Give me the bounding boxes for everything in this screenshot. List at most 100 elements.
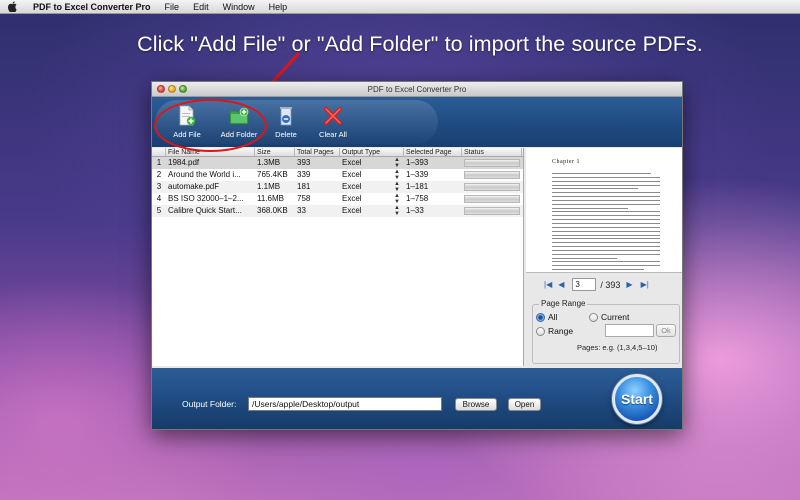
pdf-preview[interactable]: Chapter 1: [526, 148, 682, 273]
row-index: 3: [156, 182, 162, 191]
previous-page-button[interactable]: ◀: [558, 280, 564, 289]
page-number-input[interactable]: 3: [572, 278, 597, 291]
table-row[interactable]: 2 Around the World i... 765.4KB 339 Exce…: [152, 169, 523, 181]
file-name-cell: Calibre Quick Start...: [168, 206, 242, 215]
output-type-select[interactable]: Excel ▲ ▼: [340, 181, 404, 193]
output-type-value: Excel: [342, 182, 362, 191]
radio-all-indicator[interactable]: [536, 312, 545, 322]
radio-all-label: All: [548, 312, 558, 322]
output-type-select[interactable]: Excel ▲ ▼: [340, 205, 404, 217]
table-row[interactable]: 1 1984.pdf 1.3MB 393 Excel ▲ ▼ 1–393: [152, 157, 523, 169]
start-button[interactable]: Start: [612, 374, 662, 424]
column-header-status[interactable]: Status: [462, 148, 522, 156]
zoom-window-button[interactable]: [179, 85, 187, 93]
main-window: PDF to Excel Converter Pro Add File Add …: [151, 81, 683, 430]
table-row[interactable]: 4 BS ISO 32000–1–2... 11.6MB 758 Excel ▲ ▼…: [152, 193, 523, 205]
window-title: PDF to Excel Converter Pro: [367, 85, 467, 94]
range-ok-button[interactable]: Ok: [656, 324, 676, 337]
file-name-cell: BS ISO 32000–1–2...: [168, 194, 244, 203]
select-arrows-icon: ▲ ▼: [394, 169, 400, 181]
menu-edit[interactable]: Edit: [186, 2, 216, 12]
apple-icon[interactable]: [8, 1, 18, 12]
row-index: 4: [156, 194, 162, 203]
selected-page-cell[interactable]: 1–758: [404, 193, 462, 205]
selected-page-cell[interactable]: 1–33: [404, 205, 462, 217]
add-file-button[interactable]: Add File: [162, 105, 212, 139]
column-header-selected-page[interactable]: Selected Page: [404, 148, 462, 156]
select-arrows-icon: ▲ ▼: [394, 181, 400, 193]
open-button[interactable]: Open: [508, 398, 541, 411]
progress-bar: [464, 183, 520, 191]
file-table[interactable]: File Name Size Total Pages Output Type S…: [152, 148, 524, 366]
output-type-value: Excel: [342, 206, 362, 215]
total-pages-cell: 181: [297, 182, 311, 191]
output-type-select[interactable]: Excel ▲ ▼: [340, 157, 404, 169]
last-page-button[interactable]: ▶|: [641, 280, 649, 289]
minimize-window-button[interactable]: [168, 85, 176, 93]
output-type-value: Excel: [342, 170, 362, 179]
total-pages-label: / 393: [600, 279, 621, 290]
progress-bar: [464, 171, 520, 179]
delete-label: Delete: [275, 130, 297, 139]
size-cell: 1.3MB: [257, 158, 281, 167]
selected-page-cell[interactable]: 1–181: [404, 181, 462, 193]
column-header-size[interactable]: Size: [255, 148, 295, 156]
radio-all[interactable]: All: [536, 312, 557, 322]
add-folder-label: Add Folder: [220, 130, 258, 139]
table-row[interactable]: 5 Calibre Quick Start... 368.0KB 33 Exce…: [152, 205, 523, 217]
column-header-file-name[interactable]: File Name: [166, 148, 255, 156]
size-cell: 765.4KB: [257, 170, 288, 179]
preview-chapter-heading: Chapter 1: [552, 159, 580, 165]
menu-window[interactable]: Window: [216, 2, 262, 12]
radio-range[interactable]: Range: [536, 326, 573, 336]
browse-button[interactable]: Browse: [455, 398, 497, 411]
selected-page-cell[interactable]: 1–393: [404, 157, 462, 169]
row-index: 2: [156, 170, 162, 179]
add-folder-button[interactable]: Add Folder: [214, 105, 264, 139]
clear-all-label: Clear All: [319, 130, 347, 139]
selected-page-cell[interactable]: 1–339: [404, 169, 462, 181]
row-index: 1: [156, 158, 162, 167]
total-pages-cell: 33: [297, 206, 306, 215]
status-cell: [462, 157, 522, 169]
output-type-select[interactable]: Excel ▲ ▼: [340, 169, 404, 181]
total-pages-cell: 758: [297, 194, 311, 203]
delete-button[interactable]: Delete: [261, 105, 311, 139]
window-controls: [157, 85, 187, 93]
menu-bar: PDF to Excel Converter Pro File Edit Win…: [0, 0, 800, 14]
output-bar: Output Folder: /Users/apple/Desktop/outp…: [152, 368, 682, 429]
toolbar: Add File Add Folder Delete Clear All: [152, 97, 682, 147]
radio-current[interactable]: Current: [589, 312, 629, 322]
radio-range-label: Range: [548, 326, 574, 336]
output-folder-input[interactable]: /Users/apple/Desktop/output: [248, 397, 442, 411]
progress-bar: [464, 195, 520, 203]
clear-all-button[interactable]: Clear All: [308, 105, 358, 139]
title-bar: PDF to Excel Converter Pro: [152, 82, 682, 97]
add-file-label: Add File: [173, 130, 201, 139]
add-file-icon: [179, 105, 196, 126]
range-input[interactable]: [605, 324, 654, 337]
radio-current-indicator[interactable]: [589, 312, 598, 322]
output-type-select[interactable]: Excel ▲ ▼: [340, 193, 404, 205]
select-arrows-icon: ▲ ▼: [394, 157, 400, 169]
file-name-cell: Around the World i...: [168, 170, 241, 179]
status-cell: [462, 205, 522, 217]
select-arrows-icon: ▲ ▼: [394, 205, 400, 217]
next-page-button[interactable]: ▶: [626, 280, 632, 289]
column-header-total-pages[interactable]: Total Pages: [295, 148, 340, 156]
column-header-index[interactable]: [152, 148, 166, 156]
table-row[interactable]: 3 automake.pdF 1.1MB 181 Excel ▲ ▼ 1–181: [152, 181, 523, 193]
menu-help[interactable]: Help: [262, 2, 295, 12]
column-header-output-type[interactable]: Output Type: [340, 148, 404, 156]
add-folder-icon: [229, 107, 249, 125]
close-window-button[interactable]: [157, 85, 165, 93]
clear-all-icon: [324, 107, 342, 125]
radio-range-indicator[interactable]: [536, 326, 545, 336]
output-type-value: Excel: [342, 194, 362, 203]
first-page-button[interactable]: |◀: [544, 280, 552, 289]
status-cell: [462, 169, 522, 181]
output-folder-label: Output Folder:: [182, 399, 237, 409]
row-index: 5: [156, 206, 162, 215]
menu-app-name[interactable]: PDF to Excel Converter Pro: [26, 2, 158, 12]
menu-file[interactable]: File: [158, 2, 187, 12]
